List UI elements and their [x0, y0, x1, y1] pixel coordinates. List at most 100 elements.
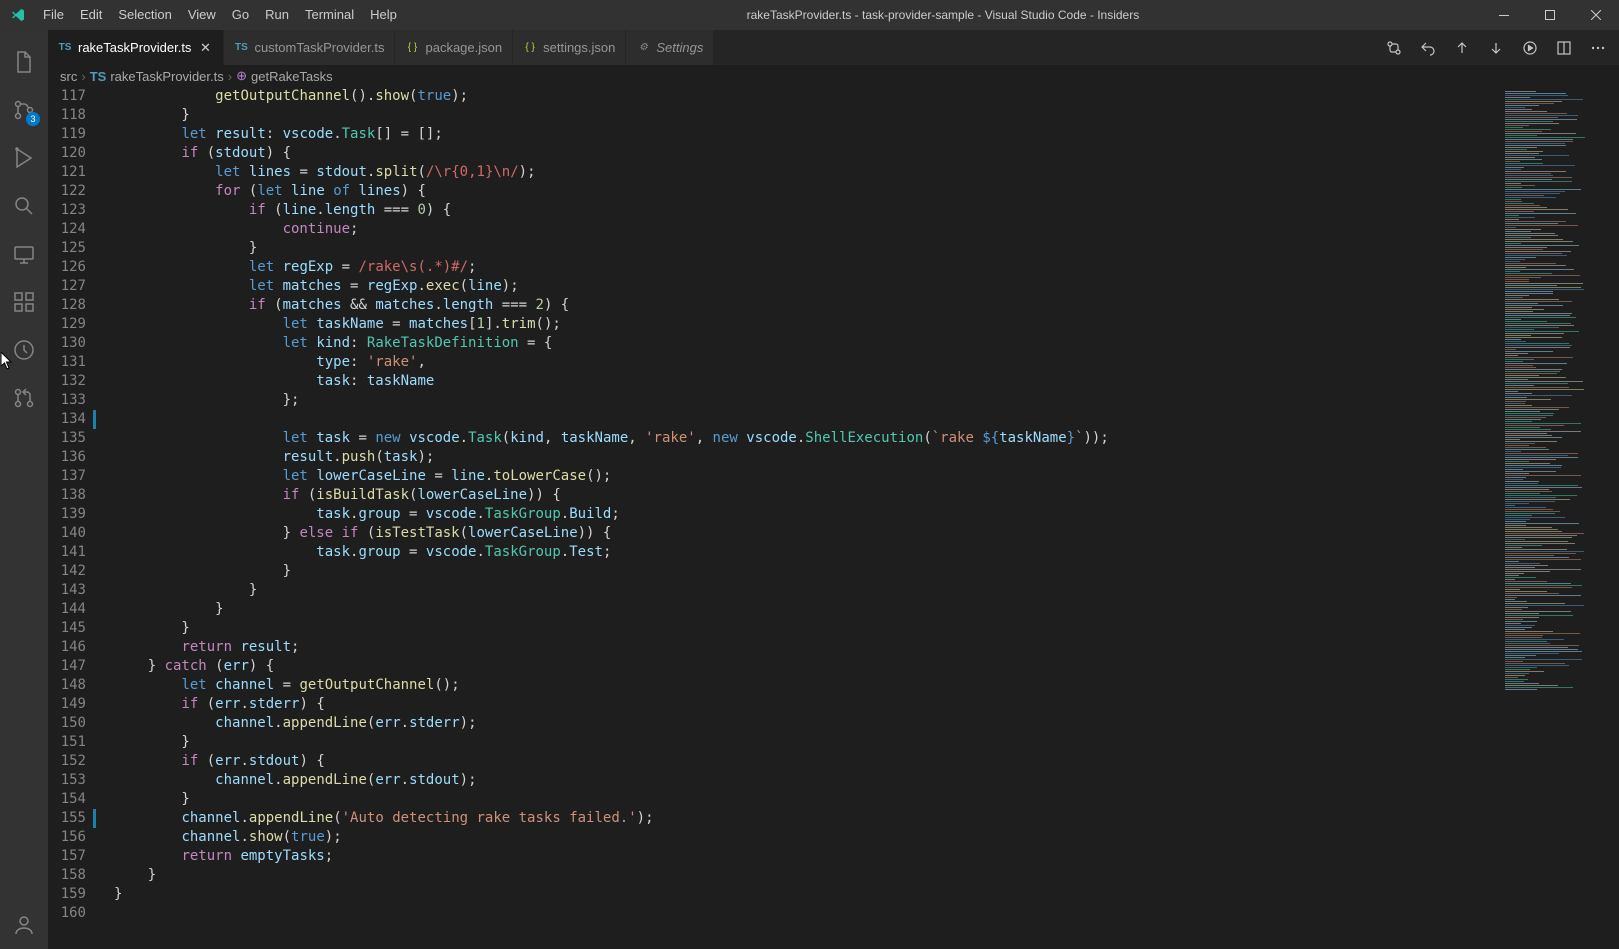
- code-line[interactable]: if (err.stdout) {: [114, 752, 1499, 771]
- titlebar: FileEditSelectionViewGoRunTerminalHelp r…: [0, 0, 1619, 30]
- code-line[interactable]: getOutputChannel().show(true);: [114, 87, 1499, 106]
- code-line[interactable]: let lines = stdout.split(/\r{0,1}\n/);: [114, 163, 1499, 182]
- tab-package-json[interactable]: { }package.json: [395, 30, 513, 65]
- search-icon[interactable]: [0, 182, 48, 230]
- breadcrumbs[interactable]: src › TSrakeTaskProvider.ts › ⊕getRakeTa…: [48, 65, 1619, 87]
- menu-terminal[interactable]: Terminal: [297, 0, 362, 30]
- split-editor-icon[interactable]: [1553, 37, 1575, 59]
- tab-customtaskprovider-ts[interactable]: TScustomTaskProvider.ts: [224, 30, 395, 65]
- code-line[interactable]: for (let line of lines) {: [114, 182, 1499, 201]
- run-debug-icon[interactable]: [0, 134, 48, 182]
- code-line[interactable]: let result: vscode.Task[] = [];: [114, 125, 1499, 144]
- chevron-right-icon: ›: [81, 69, 85, 84]
- tabs-row: TSrakeTaskProvider.ts✕TScustomTaskProvid…: [48, 30, 1619, 65]
- code-line[interactable]: channel.appendLine(err.stderr);: [114, 714, 1499, 733]
- explorer-icon[interactable]: [0, 38, 48, 86]
- code-line[interactable]: task: taskName: [114, 372, 1499, 391]
- minimize-button[interactable]: [1481, 0, 1527, 30]
- code-line[interactable]: if (line.length === 0) {: [114, 201, 1499, 220]
- code-line[interactable]: if (stdout) {: [114, 144, 1499, 163]
- code-line[interactable]: if (isBuildTask(lowerCaseLine)) {: [114, 486, 1499, 505]
- editor-area: TSrakeTaskProvider.ts✕TScustomTaskProvid…: [48, 30, 1619, 949]
- breadcrumb-folder[interactable]: src: [60, 69, 77, 84]
- debug-console-icon[interactable]: [0, 326, 48, 374]
- code-line[interactable]: task.group = vscode.TaskGroup.Build;: [114, 505, 1499, 524]
- run-icon[interactable]: [1519, 37, 1541, 59]
- code-line[interactable]: }: [114, 106, 1499, 125]
- code-line[interactable]: }: [114, 581, 1499, 600]
- code-line[interactable]: channel.appendLine(err.stdout);: [114, 771, 1499, 790]
- tab-raketaskprovider-ts[interactable]: TSrakeTaskProvider.ts✕: [48, 30, 224, 65]
- line-number: 153: [48, 771, 86, 790]
- code-line[interactable]: } catch (err) {: [114, 657, 1499, 676]
- json-file-icon: { }: [405, 41, 419, 55]
- code-line[interactable]: type: 'rake',: [114, 353, 1499, 372]
- undo-icon[interactable]: [1417, 37, 1439, 59]
- breadcrumb-file[interactable]: TSrakeTaskProvider.ts: [90, 69, 224, 84]
- vscode-logo-icon: [0, 7, 35, 23]
- code-line[interactable]: let channel = getOutputChannel();: [114, 676, 1499, 695]
- accounts-icon[interactable]: [0, 901, 48, 949]
- code-line[interactable]: task.group = vscode.TaskGroup.Test;: [114, 543, 1499, 562]
- code-line[interactable]: }: [114, 619, 1499, 638]
- code-line[interactable]: let regExp = /rake\s(.*)#/;: [114, 258, 1499, 277]
- code-line[interactable]: }: [114, 790, 1499, 809]
- remote-explorer-icon[interactable]: [0, 230, 48, 278]
- code-line[interactable]: }: [114, 866, 1499, 885]
- extensions-icon[interactable]: [0, 278, 48, 326]
- compare-changes-icon[interactable]: [1383, 37, 1405, 59]
- code-content[interactable]: getOutputChannel().show(true); } let res…: [104, 87, 1499, 949]
- code-line[interactable]: let task = new vscode.Task(kind, taskNam…: [114, 429, 1499, 448]
- editor-body[interactable]: 1171181191201211221231241251261271281291…: [48, 87, 1619, 949]
- next-change-icon[interactable]: [1485, 37, 1507, 59]
- more-actions-icon[interactable]: [1587, 37, 1609, 59]
- code-line[interactable]: let taskName = matches[1].trim();: [114, 315, 1499, 334]
- code-line[interactable]: let lowerCaseLine = line.toLowerCase();: [114, 467, 1499, 486]
- menu-run[interactable]: Run: [257, 0, 297, 30]
- code-line[interactable]: return emptyTasks;: [114, 847, 1499, 866]
- scm-badge: 3: [26, 112, 40, 126]
- menu-help[interactable]: Help: [362, 0, 405, 30]
- code-line[interactable]: return result;: [114, 638, 1499, 657]
- line-number: 148: [48, 676, 86, 695]
- menu-view[interactable]: View: [180, 0, 224, 30]
- menu-selection[interactable]: Selection: [110, 0, 179, 30]
- code-line[interactable]: };: [114, 391, 1499, 410]
- tab-settings[interactable]: ⚙Settings: [626, 30, 714, 65]
- code-line[interactable]: }: [114, 885, 1499, 904]
- breadcrumb-symbol[interactable]: ⊕getRakeTasks: [236, 68, 333, 84]
- code-line[interactable]: channel.appendLine('Auto detecting rake …: [114, 809, 1499, 828]
- code-line[interactable]: let matches = regExp.exec(line);: [114, 277, 1499, 296]
- window-controls: [1481, 0, 1619, 30]
- source-control-icon[interactable]: 3: [0, 86, 48, 134]
- code-line[interactable]: continue;: [114, 220, 1499, 239]
- code-line[interactable]: if (matches && matches.length === 2) {: [114, 296, 1499, 315]
- menu-file[interactable]: File: [35, 0, 72, 30]
- line-number: 128: [48, 296, 86, 315]
- code-line[interactable]: let kind: RakeTaskDefinition = {: [114, 334, 1499, 353]
- close-window-button[interactable]: [1573, 0, 1619, 30]
- code-line[interactable]: [114, 410, 1499, 429]
- code-line[interactable]: }: [114, 733, 1499, 752]
- code-line[interactable]: result.push(task);: [114, 448, 1499, 467]
- code-line[interactable]: if (err.stderr) {: [114, 695, 1499, 714]
- tab-settings-json[interactable]: { }settings.json: [513, 30, 626, 65]
- close-tab-icon[interactable]: ✕: [197, 40, 213, 56]
- breadcrumb-seg1: src: [60, 69, 77, 84]
- minimap[interactable]: [1499, 87, 1619, 949]
- menu-go[interactable]: Go: [224, 0, 257, 30]
- code-line[interactable]: [114, 904, 1499, 923]
- code-line[interactable]: }: [114, 600, 1499, 619]
- code-line[interactable]: }: [114, 239, 1499, 258]
- code-line[interactable]: channel.show(true);: [114, 828, 1499, 847]
- line-number: 155: [48, 809, 86, 828]
- prev-change-icon[interactable]: [1451, 37, 1473, 59]
- window-title: rakeTaskProvider.ts - task-provider-samp…: [405, 8, 1481, 22]
- code-line[interactable]: } else if (isTestTask(lowerCaseLine)) {: [114, 524, 1499, 543]
- code-line[interactable]: }: [114, 562, 1499, 581]
- menu-edit[interactable]: Edit: [72, 0, 110, 30]
- github-pr-icon[interactable]: [0, 374, 48, 422]
- maximize-button[interactable]: [1527, 0, 1573, 30]
- line-number: 126: [48, 258, 86, 277]
- line-number-gutter: 1171181191201211221231241251261271281291…: [48, 87, 104, 949]
